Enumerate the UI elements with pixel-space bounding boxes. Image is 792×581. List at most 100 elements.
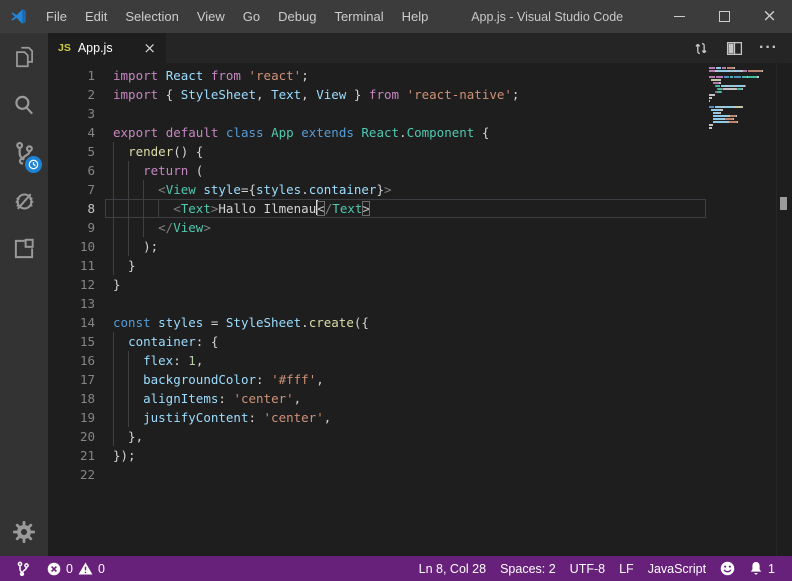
code-token: </ xyxy=(158,220,173,235)
menu-debug[interactable]: Debug xyxy=(269,0,325,33)
code-line[interactable]: 10 ); xyxy=(48,237,706,256)
status-encoding[interactable]: UTF-8 xyxy=(563,556,612,581)
tab-close-icon[interactable]: × xyxy=(143,41,156,56)
code-token: alignItems xyxy=(143,391,218,406)
overview-ruler[interactable] xyxy=(776,63,792,556)
code-line[interactable]: 4export default class App extends React.… xyxy=(48,123,706,142)
code-token: , xyxy=(256,87,271,102)
code-token: class xyxy=(226,125,264,140)
code-token: } xyxy=(113,277,121,292)
code-text: return ( xyxy=(113,161,203,180)
status-language[interactable]: JavaScript xyxy=(641,556,713,581)
code-line[interactable]: 7 <View style={styles.container}> xyxy=(48,180,706,199)
code-token: > xyxy=(384,182,392,197)
code-token xyxy=(158,125,166,140)
activity-debug[interactable] xyxy=(0,177,48,225)
code-line[interactable]: 5 render() { xyxy=(48,142,706,161)
code-token: , xyxy=(294,391,302,406)
close-button[interactable]: × xyxy=(747,0,792,33)
error-icon xyxy=(47,562,61,576)
code-token: } xyxy=(113,258,136,273)
activity-settings[interactable] xyxy=(0,508,48,556)
menu-selection[interactable]: Selection xyxy=(116,0,187,33)
code-line[interactable]: 22 xyxy=(48,465,706,484)
minimap-token xyxy=(716,76,723,78)
indent-guide xyxy=(113,389,114,408)
code-token xyxy=(218,125,226,140)
minimize-button[interactable] xyxy=(657,0,702,33)
code-token: backgroundColor xyxy=(143,372,256,387)
code-line[interactable]: 16 flex: 1, xyxy=(48,351,706,370)
status-cursor-position[interactable]: Ln 8, Col 28 xyxy=(412,556,493,581)
code-token: , xyxy=(324,410,332,425)
code-text: render() { xyxy=(113,142,203,161)
code-token xyxy=(241,68,249,83)
code-token: }); xyxy=(113,448,136,463)
indent-guide xyxy=(113,256,114,275)
javascript-file-icon: JS xyxy=(58,42,71,54)
maximize-button[interactable] xyxy=(702,0,747,33)
code-line[interactable]: 21}); xyxy=(48,446,706,465)
code-line[interactable]: 3 xyxy=(48,104,706,123)
activity-explorer[interactable] xyxy=(0,33,48,81)
minimap-line xyxy=(706,130,776,133)
activity-search[interactable] xyxy=(0,81,48,129)
code-line[interactable]: 15 container: { xyxy=(48,332,706,351)
code-line[interactable]: 6 return ( xyxy=(48,161,706,180)
status-notifications[interactable]: 1 xyxy=(742,556,782,581)
code-line[interactable]: 20 }, xyxy=(48,427,706,446)
bell-icon xyxy=(749,561,763,576)
sync-changes-icon[interactable] xyxy=(693,40,710,57)
minimap-token xyxy=(742,88,743,90)
minimap[interactable] xyxy=(706,63,776,556)
menu-view[interactable]: View xyxy=(188,0,234,33)
status-eol[interactable]: LF xyxy=(612,556,641,581)
code-token: < xyxy=(173,201,181,216)
code-token: . xyxy=(301,182,309,197)
status-feedback[interactable] xyxy=(713,556,742,581)
code-token: Text xyxy=(181,201,211,216)
code-editor[interactable]: 1import React from 'react';2import { Sty… xyxy=(48,63,706,556)
code-token: flex xyxy=(143,353,173,368)
code-line[interactable]: 11 } xyxy=(48,256,706,275)
code-text: <Text>Hallo Ilmenau</Text> xyxy=(113,199,370,218)
code-token: StyleSheet xyxy=(181,87,256,102)
activity-source-control[interactable] xyxy=(0,129,48,177)
code-line[interactable]: 17 backgroundColor: '#fff', xyxy=(48,370,706,389)
line-number: 8 xyxy=(48,199,113,218)
code-line[interactable]: 18 alignItems: 'center', xyxy=(48,389,706,408)
code-line[interactable]: 1import React from 'react'; xyxy=(48,66,706,85)
code-line[interactable]: 14const styles = StyleSheet.create({ xyxy=(48,313,706,332)
menu-go[interactable]: Go xyxy=(234,0,269,33)
minimap-token xyxy=(718,70,728,72)
code-line[interactable]: 9 </View> xyxy=(48,218,706,237)
indent-guide xyxy=(128,370,129,389)
code-line[interactable]: 12} xyxy=(48,275,706,294)
minimap-token xyxy=(762,70,763,72)
split-editor-icon[interactable] xyxy=(726,41,743,56)
minimap-token xyxy=(709,127,712,129)
status-indentation[interactable]: Spaces: 2 xyxy=(493,556,563,581)
activity-extensions[interactable] xyxy=(0,225,48,273)
menu-help[interactable]: Help xyxy=(393,0,438,33)
maximize-icon xyxy=(719,11,730,22)
code-line[interactable]: 19 justifyContent: 'center', xyxy=(48,408,706,427)
code-line[interactable]: 8 <Text>Hallo Ilmenau</Text> xyxy=(48,199,706,218)
more-actions-icon[interactable]: ··· xyxy=(759,43,778,53)
minimap-token xyxy=(709,100,710,102)
menu-file[interactable]: File xyxy=(37,0,76,33)
code-token: , xyxy=(301,87,316,102)
tab-appjs[interactable]: JS App.js × xyxy=(48,33,166,63)
menu-edit[interactable]: Edit xyxy=(76,0,116,33)
code-token: justifyContent xyxy=(143,410,248,425)
line-number: 2 xyxy=(48,85,113,104)
code-line[interactable]: 2import { StyleSheet, Text, View } from … xyxy=(48,85,706,104)
code-token: React xyxy=(166,68,204,83)
indent-guide xyxy=(113,142,114,161)
minimap-token xyxy=(713,115,728,117)
indent-guide xyxy=(113,237,114,256)
status-problems[interactable]: 0 0 xyxy=(40,556,112,581)
code-line[interactable]: 13 xyxy=(48,294,706,313)
menu-terminal[interactable]: Terminal xyxy=(325,0,392,33)
status-source-control[interactable] xyxy=(10,556,36,581)
